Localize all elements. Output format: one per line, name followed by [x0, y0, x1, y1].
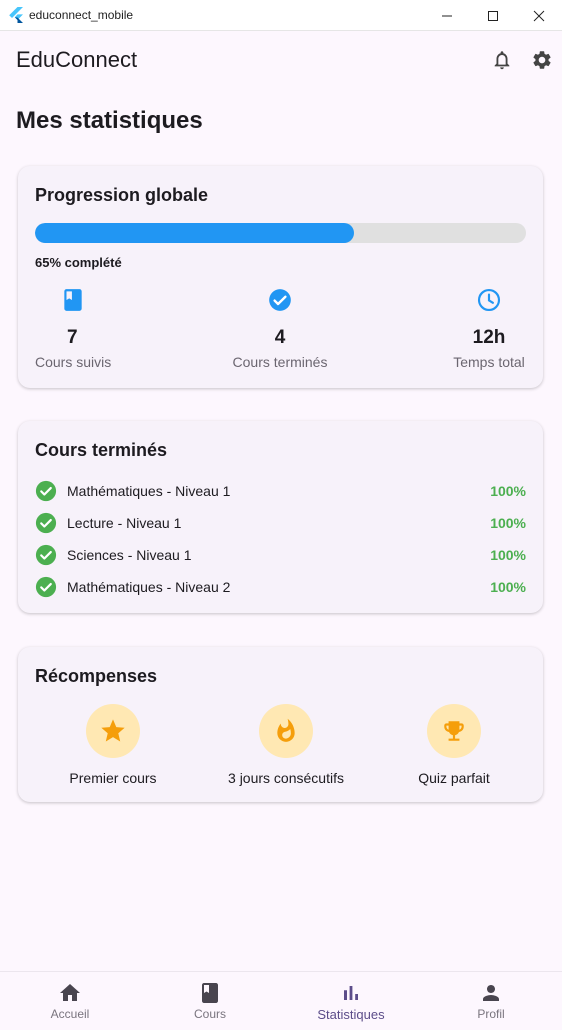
trophy-icon: [444, 721, 464, 741]
course-percent: 100%: [490, 483, 526, 499]
course-name: Lecture - Niveau 1: [67, 515, 182, 531]
flutter-logo-icon: [9, 7, 23, 23]
reward-streak: 3 jours consécutifs: [216, 704, 356, 786]
notifications-button[interactable]: [490, 48, 514, 72]
minimize-icon: [442, 15, 452, 16]
page-title: Mes statistiques: [16, 107, 203, 134]
reward-label: Premier cours: [69, 770, 157, 786]
stat-value: 12h: [472, 327, 506, 348]
course-name: Sciences - Niveau 1: [67, 547, 192, 563]
app-bar: EduConnect: [0, 31, 562, 89]
maximize-icon: [488, 10, 498, 21]
stat-value: 7: [67, 327, 78, 348]
star-icon: [101, 719, 125, 742]
list-item: Mathématiques - Niveau 2 100%: [35, 575, 526, 599]
list-item: Lecture - Niveau 1 100%: [35, 511, 526, 535]
reward-badge: [259, 704, 313, 758]
nav-item-statistics[interactable]: Statistiques: [281, 972, 421, 1030]
stat-label: Temps total: [453, 354, 525, 370]
check-circle-icon: [35, 480, 57, 502]
home-icon: [60, 984, 80, 1001]
nav-item-home[interactable]: Accueil: [0, 972, 140, 1030]
course-percent: 100%: [490, 579, 526, 595]
reward-label: 3 jours consécutifs: [228, 770, 344, 786]
gear-icon: [533, 51, 551, 69]
list-item: Sciences - Niveau 1 100%: [35, 543, 526, 567]
progress-bar-fill: [35, 223, 355, 243]
rewards-card-title: Récompenses: [35, 666, 158, 686]
person-icon: [483, 985, 499, 1001]
completed-card-title: Cours terminés: [35, 440, 168, 460]
course-percent: 100%: [490, 547, 526, 563]
stat-courses-completed: 4 Cours terminés: [232, 287, 328, 370]
list-item: Mathématiques - Niveau 1 100%: [35, 479, 526, 503]
reward-badge: [86, 704, 140, 758]
nav-label: Profil: [477, 1007, 505, 1021]
course-name: Mathématiques - Niveau 2: [67, 579, 231, 595]
window-titlebar: educonnect_mobile: [0, 0, 562, 31]
stat-courses-followed: 7 Cours suivis: [35, 287, 111, 370]
bottom-navigation: Accueil Cours Statistiques Profil: [0, 971, 562, 1030]
progress-card-title: Progression globale: [35, 185, 209, 205]
reward-perfect-quiz: Quiz parfait: [399, 704, 509, 786]
nav-label: Statistiques: [317, 1007, 385, 1022]
stat-value: 4: [274, 327, 286, 348]
nav-item-profile[interactable]: Profil: [421, 972, 561, 1030]
check-circle-icon: [269, 289, 291, 311]
rewards-card: Récompenses Premier cours 3 jours conséc…: [18, 647, 543, 802]
bar-chart-icon: [344, 986, 358, 1000]
clock-icon: [477, 288, 501, 312]
book-icon: [64, 289, 82, 311]
course-name: Mathématiques - Niveau 1: [67, 483, 231, 499]
progress-label: 65% complété: [35, 255, 122, 270]
check-circle-icon: [35, 512, 57, 534]
completed-courses-card: Cours terminés Mathématiques - Niveau 1 …: [18, 421, 543, 613]
course-percent: 100%: [490, 515, 526, 531]
nav-label: Cours: [193, 1007, 226, 1021]
progress-card: Progression globale 65% complété 7 Cours…: [18, 166, 543, 388]
close-window-button[interactable]: [516, 0, 562, 31]
nav-label: Accueil: [50, 1007, 90, 1021]
minimize-button[interactable]: [424, 0, 470, 31]
reward-first-course: Premier cours: [58, 704, 168, 786]
reward-label: Quiz parfait: [418, 770, 490, 786]
fire-icon: [277, 718, 295, 742]
stat-label: Cours terminés: [232, 354, 328, 370]
check-circle-icon: [35, 544, 57, 566]
bell-icon: [494, 51, 510, 70]
nav-item-courses[interactable]: Cours: [140, 972, 280, 1030]
app-title: EduConnect: [16, 47, 138, 72]
stat-label: Cours suivis: [35, 354, 112, 370]
window-title: educonnect_mobile: [29, 8, 134, 22]
maximize-button[interactable]: [470, 0, 516, 31]
stat-total-time: 12h Temps total: [450, 287, 528, 370]
check-circle-icon: [35, 576, 57, 598]
book-icon: [202, 983, 218, 1003]
reward-badge: [427, 704, 481, 758]
settings-button[interactable]: [530, 48, 554, 72]
close-icon: [533, 10, 545, 21]
progress-bar: [35, 223, 526, 243]
